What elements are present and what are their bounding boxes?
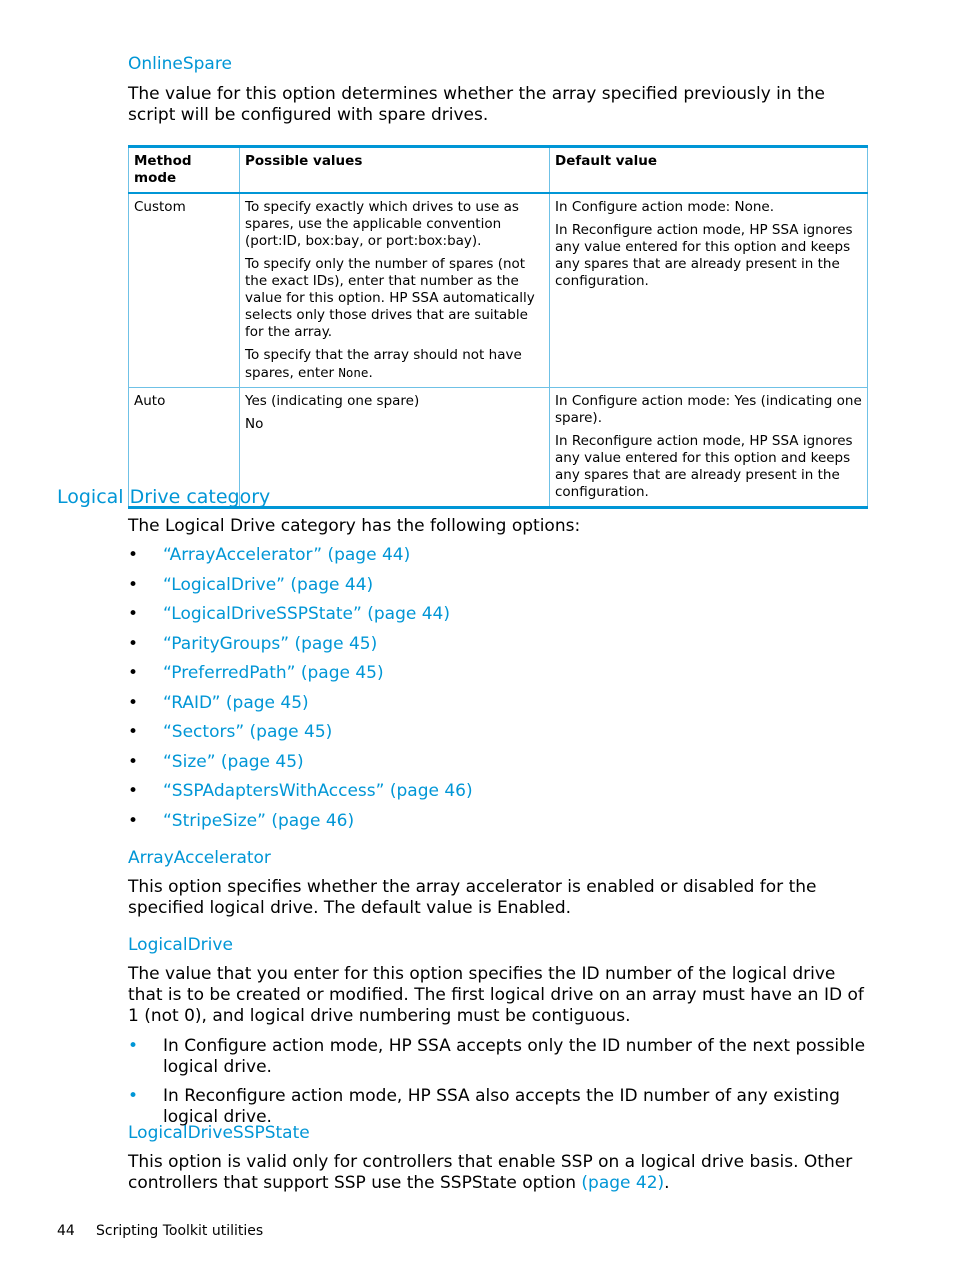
- possible-text: No: [245, 416, 264, 432]
- cell-possible: Yes (indicating one spare) No: [239, 387, 550, 508]
- page-number: 44: [57, 1223, 75, 1239]
- cell-default: In Configure action mode: Yes (indicatin…: [549, 387, 868, 508]
- default-text: In Configure action mode: None.: [555, 199, 775, 215]
- possible-text: To specify exactly which drives to use a…: [245, 199, 519, 249]
- link-raid[interactable]: “RAID” (page 45): [163, 693, 309, 713]
- bullet-icon: •: [128, 1036, 139, 1056]
- list-item: • In Reconfigure action mode, HP SSA also…: [128, 1086, 873, 1128]
- list-item: • “ParityGroups” (page 45): [128, 633, 473, 663]
- possible-text: To specify only the number of spares (no…: [245, 256, 535, 340]
- bullet-icon: •: [128, 1086, 139, 1106]
- list-item: • “ArrayAccelerator” (page 44): [128, 544, 473, 574]
- logicaldrivesspstate-description: This option is valid only for controller…: [128, 1152, 873, 1194]
- table-header-row: Method mode Possible values Default valu…: [128, 146, 868, 194]
- list-item: • In Configure action mode, HP SSA accept…: [128, 1036, 873, 1078]
- logicaldrive-description: The value that you enter for this option…: [128, 964, 864, 1026]
- onlinespare-table: Method mode Possible values Default valu…: [128, 145, 868, 509]
- link-logicaldrive[interactable]: “LogicalDrive” (page 44): [163, 575, 373, 595]
- possible-text-part: To specify that the array should not hav…: [245, 347, 522, 381]
- arrayaccelerator-description: This option specifies whether the array …: [128, 877, 817, 918]
- bullet-icon: •: [128, 810, 139, 831]
- bullet-icon: •: [128, 722, 139, 742]
- link-logicaldrivesspstate[interactable]: “LogicalDriveSSPState” (page 44): [163, 604, 450, 624]
- bullet-text: In Reconfigure action mode, HP SSA also …: [163, 1086, 840, 1127]
- list-item: • “StripeSize” (page 46): [128, 810, 473, 840]
- page-footer: 44 Scripting Toolkit utilities: [57, 1223, 263, 1239]
- description-text: This option is valid only for controller…: [128, 1152, 853, 1193]
- possible-text: To specify that the array should not hav…: [245, 347, 544, 382]
- bullet-icon: •: [128, 545, 139, 565]
- bullet-icon: •: [128, 604, 139, 624]
- list-item: • “SSPAdaptersWithAccess” (page 46): [128, 780, 473, 810]
- list-item: • “Sectors” (page 45): [128, 721, 473, 751]
- logicaldrive-bullets: • In Configure action mode, HP SSA accept…: [128, 1036, 873, 1136]
- link-sspadapterswithaccess[interactable]: “SSPAdaptersWithAccess” (page 46): [163, 781, 473, 801]
- link-sectors[interactable]: “Sectors” (page 45): [163, 722, 332, 742]
- logicaldrive-heading: LogicalDrive: [128, 935, 233, 955]
- possible-text-tail: .: [368, 365, 373, 381]
- default-text: In Configure action mode: Yes (indicatin…: [555, 393, 862, 426]
- default-text: In Reconfigure action mode, HP SSA ignor…: [555, 433, 853, 500]
- header-possible-values: Possible values: [239, 146, 550, 194]
- logicaldrivesspstate-heading: LogicalDriveSSPState: [128, 1123, 310, 1143]
- default-text: In Reconfigure action mode, HP SSA ignor…: [555, 222, 853, 289]
- possible-text: Yes (indicating one spare): [245, 393, 420, 409]
- link-page-42[interactable]: (page 42): [581, 1173, 664, 1193]
- code-none: None: [338, 365, 369, 380]
- description-tail: .: [664, 1173, 670, 1193]
- onlinespare-description: The value for this option determines whe…: [128, 84, 825, 125]
- bullet-icon: •: [128, 663, 139, 683]
- cell-mode: Custom: [128, 192, 240, 388]
- table-row: Custom To specify exactly which drives t…: [128, 192, 868, 388]
- footer-section-title: Scripting Toolkit utilities: [96, 1223, 264, 1239]
- logical-drive-category-intro: The Logical Drive category has the follo…: [128, 516, 581, 536]
- cell-default: In Configure action mode: None. In Recon…: [549, 192, 868, 388]
- logical-drive-category-heading: Logical Drive category: [57, 486, 271, 508]
- header-default-value: Default value: [549, 146, 868, 194]
- bullet-icon: •: [128, 781, 139, 801]
- list-item: • “LogicalDriveSSPState” (page 44): [128, 603, 473, 633]
- list-item: • “Size” (page 45): [128, 751, 473, 781]
- bullet-icon: •: [128, 574, 139, 595]
- bullet-icon: •: [128, 751, 139, 772]
- link-stripesize[interactable]: “StripeSize” (page 46): [163, 811, 354, 831]
- list-item: • “PreferredPath” (page 45): [128, 662, 473, 692]
- list-item: • “RAID” (page 45): [128, 692, 473, 722]
- list-item: • “LogicalDrive” (page 44): [128, 574, 473, 604]
- header-method-mode: Method mode: [128, 146, 240, 194]
- bullet-icon: •: [128, 633, 139, 654]
- link-size[interactable]: “Size” (page 45): [163, 752, 304, 772]
- link-paritygroups[interactable]: “ParityGroups” (page 45): [163, 634, 377, 654]
- arrayaccelerator-heading: ArrayAccelerator: [128, 848, 271, 868]
- link-preferredpath[interactable]: “PreferredPath” (page 45): [163, 663, 384, 683]
- bullet-text: In Configure action mode, HP SSA accepts…: [163, 1036, 866, 1077]
- cell-possible: To specify exactly which drives to use a…: [239, 192, 550, 388]
- link-arrayaccelerator[interactable]: “ArrayAccelerator” (page 44): [163, 545, 410, 565]
- onlinespare-heading: OnlineSpare: [128, 54, 232, 74]
- option-link-list: • “ArrayAccelerator” (page 44) • “LogicalD…: [128, 544, 473, 839]
- bullet-icon: •: [128, 692, 139, 713]
